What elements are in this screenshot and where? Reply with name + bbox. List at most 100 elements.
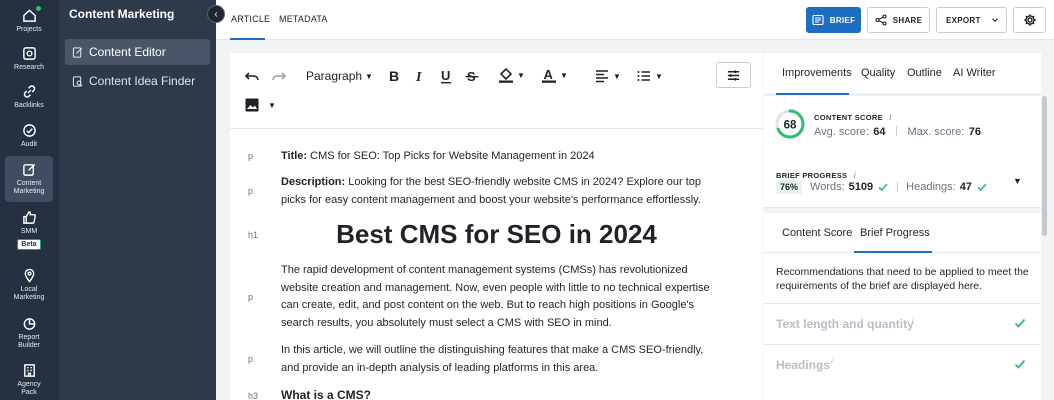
- list-button[interactable]: ▼: [636, 68, 663, 84]
- recommendation-text: Recommendations that need to be applied …: [776, 266, 1029, 292]
- rail-item-smm[interactable]: SMM Beta: [5, 204, 53, 254]
- rail-item-report-builder[interactable]: Report Builder: [5, 310, 53, 354]
- check-icon: [1014, 318, 1026, 328]
- redo-button[interactable]: [271, 68, 287, 84]
- paint-bucket-icon: [499, 67, 513, 83]
- score-ring: 68: [775, 109, 805, 139]
- tab-brief-progress[interactable]: Brief Progress: [860, 227, 930, 239]
- rail-label: Projects: [16, 26, 42, 33]
- editor-settings-button[interactable]: [716, 62, 751, 88]
- active-subtab-indicator: [854, 251, 932, 253]
- divider: [897, 182, 899, 192]
- divider: [895, 125, 897, 136]
- highlight-color-button[interactable]: ▼: [498, 67, 525, 83]
- tab-metadata[interactable]: METADATA: [279, 14, 328, 24]
- info-icon[interactable]: i: [889, 113, 891, 122]
- tab-content-score[interactable]: Content Score: [782, 227, 852, 239]
- tab-article[interactable]: ARTICLE: [231, 14, 270, 24]
- idea-finder-icon: [72, 75, 83, 87]
- score-value: 68: [784, 120, 797, 132]
- caret-down-icon: ▼: [655, 71, 663, 81]
- rail-label: Report Builder: [18, 334, 40, 349]
- underline-button[interactable]: U: [438, 68, 454, 84]
- submenu-item-label: Content Idea Finder: [89, 74, 196, 88]
- location-icon: [24, 268, 34, 283]
- rail-label: SMM: [20, 228, 38, 235]
- edit-icon: [22, 163, 35, 176]
- undo-icon: [244, 72, 259, 81]
- description-paragraph[interactable]: Description: Looking for the best SEO-fr…: [281, 174, 711, 209]
- research-icon: [22, 47, 36, 60]
- undo-button[interactable]: [244, 68, 260, 84]
- caret-down-icon: ▼: [517, 70, 525, 80]
- rail-label: Audit: [21, 141, 37, 148]
- block-tag: p: [248, 186, 254, 196]
- export-button[interactable]: EXPORT: [936, 7, 1007, 33]
- title-paragraph[interactable]: Title: CMS for SEO: Top Picks for Websit…: [281, 148, 711, 166]
- check-circle-icon: [22, 124, 36, 137]
- rail-item-local-marketing[interactable]: Local Marketing: [5, 262, 53, 306]
- bullet-list-icon: [637, 71, 650, 81]
- collapse-sidebar-button[interactable]: ‹: [207, 5, 225, 23]
- notification-dot: [36, 6, 41, 11]
- block-tag: p: [248, 354, 254, 364]
- brief-progress-label: BRIEF PROGRESS: [776, 171, 848, 180]
- tab-improvements[interactable]: Improvements: [782, 67, 852, 79]
- text-color-button[interactable]: A ▼: [541, 67, 568, 83]
- info-icon[interactable]: i: [912, 316, 914, 325]
- info-icon[interactable]: i: [831, 357, 833, 366]
- scrollbar[interactable]: [1042, 96, 1047, 236]
- avg-score-label: Avg. score:: [814, 126, 869, 138]
- paragraph-style-select[interactable]: Paragraph ▼: [306, 69, 373, 83]
- rail-item-backlinks[interactable]: Backlinks: [5, 78, 53, 122]
- strikethrough-icon: S: [465, 69, 479, 84]
- export-label: EXPORT: [946, 15, 981, 25]
- title-label: Title:: [281, 150, 308, 162]
- headings-row[interactable]: Headings i: [764, 344, 1041, 384]
- redo-icon: [272, 72, 287, 81]
- insert-image-button[interactable]: ▼: [244, 97, 276, 113]
- document-icon: [72, 46, 82, 58]
- sliders-icon: [727, 69, 740, 81]
- gear-icon: [1023, 14, 1036, 26]
- chevron-down-icon: [992, 18, 998, 23]
- intro-paragraph[interactable]: The rapid development of content managem…: [281, 262, 711, 332]
- rail-item-content-marketing[interactable]: Content Marketing: [5, 156, 53, 202]
- rail-label: Research: [14, 64, 44, 71]
- bold-icon: B: [389, 68, 399, 84]
- block-tag: p: [248, 292, 254, 302]
- submenu-item-label: Content Editor: [89, 45, 166, 59]
- outline-paragraph[interactable]: In this article, we will outline the dis…: [281, 342, 711, 377]
- text-color-icon: A: [542, 67, 556, 83]
- row-label: Headings: [776, 358, 831, 372]
- strikethrough-button[interactable]: S: [464, 68, 480, 84]
- submenu-item-content-editor[interactable]: Content Editor: [65, 39, 210, 65]
- info-icon[interactable]: i: [854, 171, 856, 180]
- active-tab-indicator: [230, 38, 265, 40]
- submenu-item-content-idea-finder[interactable]: Content Idea Finder: [65, 68, 210, 94]
- expand-caret-icon[interactable]: ▼: [1013, 176, 1022, 186]
- brief-button[interactable]: BRIEF: [806, 7, 861, 33]
- align-button[interactable]: ▼: [594, 68, 621, 84]
- active-tab-indicator: [776, 93, 849, 95]
- text-length-row[interactable]: Text length and quantity i: [764, 303, 1041, 343]
- share-button[interactable]: SHARE: [867, 7, 930, 33]
- tab-ai-writer[interactable]: AI Writer: [953, 67, 996, 79]
- bold-button[interactable]: B: [386, 68, 402, 84]
- rail-item-agency-pack[interactable]: Agency Pack: [5, 357, 53, 400]
- article-heading[interactable]: Best CMS for SEO in 2024: [230, 219, 763, 250]
- block-tag: p: [248, 151, 254, 161]
- brief-label: BRIEF: [829, 15, 856, 25]
- caret-down-icon: ▼: [560, 70, 568, 80]
- words-value: 5109: [848, 181, 874, 193]
- italic-button[interactable]: I: [412, 68, 428, 84]
- avg-score-value: 64: [873, 126, 886, 138]
- tab-quality[interactable]: Quality: [861, 67, 895, 79]
- underline-icon: U: [441, 68, 451, 84]
- check-icon: [1014, 359, 1026, 369]
- rail-item-audit[interactable]: Audit: [5, 117, 53, 161]
- settings-button[interactable]: [1013, 7, 1046, 33]
- score-card: 68 CONTENT SCORE i Avg. score: 64 Max. s…: [764, 96, 1041, 208]
- tab-outline[interactable]: Outline: [907, 67, 942, 79]
- subheading[interactable]: What is a CMS?: [281, 387, 711, 400]
